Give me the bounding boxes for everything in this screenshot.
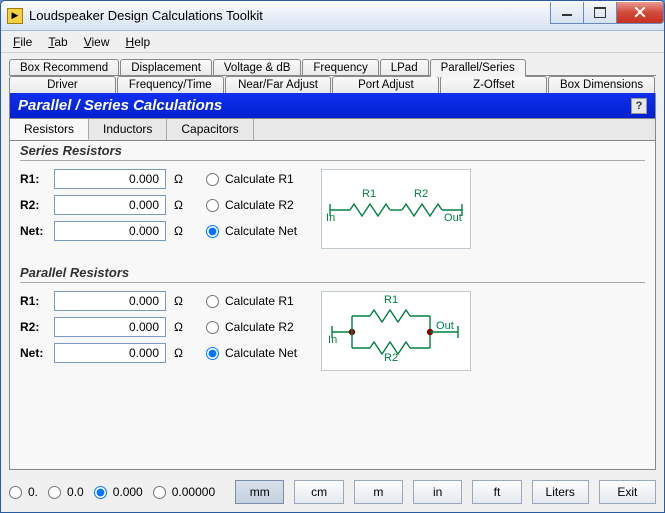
page-header: Parallel / Series Calculations ?: [9, 93, 656, 119]
menu-file[interactable]: File: [5, 33, 40, 51]
series-diag-r1: R1: [362, 188, 376, 200]
parallel-calc-r2-radio[interactable]: Calculate R2: [206, 320, 294, 334]
window-title: Loudspeaker Design Calculations Toolkit: [29, 8, 551, 23]
parallel-calc-r1-radio[interactable]: Calculate R1: [206, 294, 294, 308]
parallel-diag-in: In: [328, 334, 337, 346]
parallel-net-label: Net:: [20, 346, 54, 360]
series-calc-r2-radio[interactable]: Calculate R2: [206, 198, 294, 212]
sub-tabstrip: Resistors Inductors Capacitors: [9, 119, 656, 141]
page-title: Parallel / Series Calculations: [18, 97, 222, 114]
subtab-resistors[interactable]: Resistors: [10, 119, 89, 140]
parallel-r2-unit: Ω: [166, 320, 188, 334]
series-calc-r1-radio[interactable]: Calculate R1: [206, 172, 294, 186]
tab-box-dimensions[interactable]: Box Dimensions: [548, 76, 655, 93]
series-net-label: Net:: [20, 224, 54, 238]
parallel-net-input[interactable]: [54, 343, 166, 363]
menu-bar: File Tab View Help: [1, 31, 664, 53]
parallel-title: Parallel Resistors: [20, 265, 645, 283]
tab-box-recommend[interactable]: Box Recommend: [9, 59, 119, 76]
series-calc-net-radio[interactable]: Calculate Net: [206, 224, 297, 238]
parallel-diag-out: Out: [436, 320, 454, 332]
client-area: Box Recommend Displacement Voltage & dB …: [1, 53, 664, 512]
parallel-diag-r2: R2: [384, 352, 398, 364]
parallel-r1-unit: Ω: [166, 294, 188, 308]
parallel-net-unit: Ω: [166, 346, 188, 360]
tab-voltage-db[interactable]: Voltage & dB: [213, 59, 302, 76]
precision-00[interactable]: 0.0: [48, 485, 84, 499]
series-diag-r2: R2: [414, 188, 428, 200]
tab-driver[interactable]: Driver: [9, 76, 116, 93]
menu-tab[interactable]: Tab: [40, 33, 75, 51]
series-r1-label: R1:: [20, 172, 54, 186]
app-window: ▶ Loudspeaker Design Calculations Toolki…: [0, 0, 665, 513]
precision-0[interactable]: 0.: [9, 485, 38, 499]
tab-frequency[interactable]: Frequency: [302, 59, 378, 76]
unit-ft-button[interactable]: ft: [472, 480, 521, 504]
footer-bar: 0. 0.0 0.000 0.00000 mm cm m in ft Liter…: [9, 470, 656, 504]
series-r2-label: R2:: [20, 198, 54, 212]
tab-z-offset[interactable]: Z-Offset: [440, 76, 547, 93]
main-tabstrip: Box Recommend Displacement Voltage & dB …: [9, 59, 656, 93]
subtab-inductors[interactable]: Inductors: [89, 119, 167, 140]
parallel-diag-r1: R1: [384, 294, 398, 306]
parallel-r2-input[interactable]: [54, 317, 166, 337]
series-net-unit: Ω: [166, 224, 188, 238]
series-r1-unit: Ω: [166, 172, 188, 186]
menu-view[interactable]: View: [76, 33, 118, 51]
parallel-r1-label: R1:: [20, 294, 54, 308]
unit-liters-button[interactable]: Liters: [532, 480, 589, 504]
help-button[interactable]: ?: [631, 98, 647, 114]
tab-frequency-time[interactable]: Frequency/Time: [117, 76, 224, 93]
unit-mm-button[interactable]: mm: [235, 480, 284, 504]
series-diagram: In R1 R2 Out: [321, 169, 471, 249]
series-diag-in: In: [326, 212, 335, 224]
parallel-r1-input[interactable]: [54, 291, 166, 311]
menu-help[interactable]: Help: [118, 33, 159, 51]
minimize-button[interactable]: [550, 2, 584, 24]
unit-cm-button[interactable]: cm: [294, 480, 343, 504]
app-icon: ▶: [7, 8, 23, 24]
series-r2-input[interactable]: [54, 195, 166, 215]
tab-lpad[interactable]: LPad: [380, 59, 429, 76]
content-panel: Series Resistors R1: Ω Calculate R1 R2: …: [9, 141, 656, 470]
tab-displacement[interactable]: Displacement: [120, 59, 212, 76]
series-r2-unit: Ω: [166, 198, 188, 212]
precision-00000[interactable]: 0.00000: [153, 485, 215, 499]
unit-m-button[interactable]: m: [354, 480, 403, 504]
close-button[interactable]: [616, 2, 664, 24]
series-diag-out: Out: [444, 212, 462, 224]
series-title: Series Resistors: [20, 143, 645, 161]
subtab-capacitors[interactable]: Capacitors: [167, 119, 253, 140]
precision-000[interactable]: 0.000: [94, 485, 143, 499]
parallel-r2-label: R2:: [20, 320, 54, 334]
exit-button[interactable]: Exit: [599, 480, 656, 504]
title-bar[interactable]: ▶ Loudspeaker Design Calculations Toolki…: [1, 1, 664, 31]
series-r1-input[interactable]: [54, 169, 166, 189]
maximize-button[interactable]: [583, 2, 617, 24]
tab-near-far[interactable]: Near/Far Adjust: [225, 76, 332, 93]
parallel-diagram: In R1 R2 Out: [321, 291, 471, 371]
tab-port-adjust[interactable]: Port Adjust: [332, 76, 439, 93]
unit-in-button[interactable]: in: [413, 480, 462, 504]
tab-parallel-series[interactable]: Parallel/Series: [430, 59, 526, 77]
parallel-calc-net-radio[interactable]: Calculate Net: [206, 346, 297, 360]
series-net-input[interactable]: [54, 221, 166, 241]
